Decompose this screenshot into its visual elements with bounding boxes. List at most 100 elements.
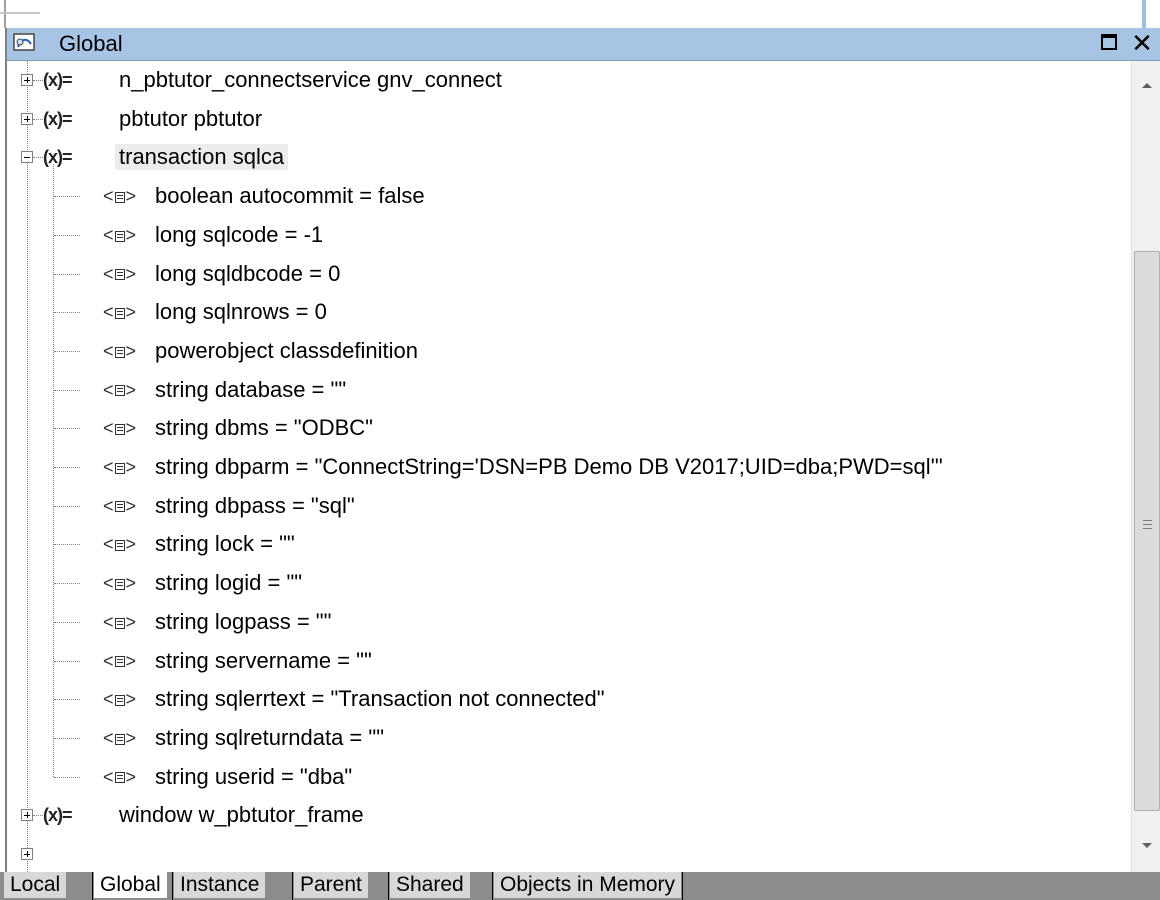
tree-property-node[interactable]: < > string lock = "" xyxy=(7,527,1127,565)
tree-property-label: string servername = "" xyxy=(155,647,372,673)
property-icon: < > xyxy=(103,534,137,555)
variables-tree[interactable]: (x)= n_pbtutor_connectservice gnv_connect… xyxy=(7,61,1131,872)
tree-connector xyxy=(54,467,80,468)
property-icon: < > xyxy=(103,727,137,748)
tree-property-node[interactable]: < > string servername = "" xyxy=(7,644,1127,682)
tree-connector xyxy=(54,583,80,585)
tab-parent[interactable]: Parent xyxy=(294,872,368,898)
tab-shared[interactable]: Shared xyxy=(390,872,470,898)
tab-local[interactable]: Local xyxy=(4,872,67,898)
variable-icon: (x)= xyxy=(43,147,72,168)
property-icon: < > xyxy=(103,650,137,671)
tree-property-node[interactable]: < > long sqlnrows = 0 xyxy=(7,295,1127,333)
tree-property-label: string dbparm = "ConnectString='DSN=PB D… xyxy=(155,454,943,479)
tree-connector xyxy=(54,350,80,352)
tree-property-label: string sqlreturndata = "" xyxy=(155,724,385,750)
tree-property-node[interactable]: < > string dbpass = "sql" xyxy=(7,489,1127,527)
tree-property-node[interactable]: < > long sqlcode = -1 xyxy=(7,218,1127,256)
tab-global[interactable]: Global xyxy=(94,872,167,898)
tree-property-label: string userid = "dba" xyxy=(155,763,353,789)
tree-connector xyxy=(54,699,80,701)
tree-property-label: long sqlnrows = 0 xyxy=(155,299,327,325)
tab-separator xyxy=(92,872,93,900)
tab-separator xyxy=(388,872,389,900)
tree-node[interactable]: (x)= transaction sqlca xyxy=(7,140,1127,178)
tree-property-label: string dbms = "ODBC" xyxy=(155,415,373,441)
tree-property-label: string logid = "" xyxy=(155,570,303,596)
expand-icon[interactable] xyxy=(21,74,33,86)
property-icon: < > xyxy=(103,611,137,632)
scroll-down-arrow-icon[interactable] xyxy=(1142,843,1152,848)
tree-property-node[interactable]: < > string logpass = "" xyxy=(7,605,1127,643)
variable-icon: (x)= xyxy=(43,805,72,826)
panel-title: Global xyxy=(59,31,123,56)
tree-node[interactable]: (x)= n_pbtutor_connectservice gnv_connect xyxy=(7,63,1127,101)
scroll-grip xyxy=(1143,520,1152,521)
scroll-grip xyxy=(1143,524,1152,525)
tree-property-node[interactable]: < > string dbparm = "ConnectString='DSN=PB… xyxy=(7,450,1127,488)
property-icon: < > xyxy=(103,224,137,245)
tree-connector xyxy=(54,621,80,623)
tree-property-node[interactable]: < > string sqlreturndata = "" xyxy=(7,721,1127,759)
tree-node-label: window w_pbtutor_frame xyxy=(119,802,364,828)
tree-property-label: boolean autocommit = false xyxy=(155,183,425,209)
expand-icon xyxy=(21,848,33,860)
property-icon: < > xyxy=(103,573,137,594)
tree-connector xyxy=(54,196,80,198)
property-icon: < > xyxy=(103,186,137,207)
tree-property-label: string lock = "" xyxy=(155,531,295,557)
tab-instance[interactable]: Instance xyxy=(174,872,266,898)
tree-connector xyxy=(54,312,80,314)
scroll-up-arrow-icon[interactable] xyxy=(1142,83,1152,88)
property-icon: < > xyxy=(103,766,137,787)
tree-property-label: long sqldbcode = 0 xyxy=(155,260,341,286)
tree-property-node[interactable]: < > long sqldbcode = 0 xyxy=(7,257,1127,295)
tree-connector xyxy=(33,157,43,159)
panel-titlebar[interactable]: Global ✕ xyxy=(7,28,1160,61)
expand-icon[interactable] xyxy=(21,112,33,125)
tree-connector xyxy=(54,428,80,430)
frame-edge-left xyxy=(4,0,6,28)
tab-separator xyxy=(172,872,173,900)
tree-property-node[interactable]: < > string userid = "dba" xyxy=(7,760,1127,798)
scroll-grip xyxy=(1143,528,1152,529)
property-icon: < > xyxy=(103,689,137,710)
tree-connector xyxy=(54,737,80,739)
tree-node[interactable]: (x)= pbtutor pbtutor xyxy=(7,102,1127,140)
tree-property-node[interactable]: < > boolean autocommit = false xyxy=(7,179,1127,217)
tab-separator xyxy=(292,872,293,900)
tree-node-label: n_pbtutor_connectservice gnv_connect xyxy=(119,67,502,92)
tree-connector xyxy=(54,505,80,507)
tree-node[interactable]: (x)= window w_pbtutor_frame xyxy=(7,798,1127,836)
property-icon: < > xyxy=(103,263,137,284)
tree-property-label: powerobject classdefinition xyxy=(155,337,418,363)
tree-property-label: long sqlcode = -1 xyxy=(155,221,324,247)
variables-tab-bar: Local Global Instance Parent Shared Objects i… xyxy=(0,872,1160,900)
tab-objects-in-memory[interactable]: Objects in Memory xyxy=(494,872,682,898)
tab-separator xyxy=(682,872,683,900)
tree-property-node[interactable]: < > string dbms = "ODBC" xyxy=(7,411,1127,449)
vertical-scrollbar[interactable] xyxy=(1131,61,1160,872)
tree-connector xyxy=(54,389,80,391)
window-top-edge xyxy=(0,0,1160,28)
tree-connector xyxy=(54,544,80,546)
close-icon[interactable]: ✕ xyxy=(1131,30,1153,56)
tree-node-label: pbtutor pbtutor xyxy=(119,105,263,131)
tree-property-node[interactable]: < > string database = "" xyxy=(7,373,1127,411)
maximize-icon[interactable] xyxy=(1099,32,1121,54)
property-icon: < > xyxy=(103,495,137,516)
tree-property-node[interactable]: < > string sqlerrtext = "Transaction not c… xyxy=(7,682,1127,720)
frame-edge-right xyxy=(1142,0,1146,28)
tab-separator xyxy=(492,872,493,900)
collapse-icon[interactable] xyxy=(21,151,33,164)
property-icon: < > xyxy=(103,340,137,361)
tree-node-partial xyxy=(7,837,1127,872)
property-icon: < > xyxy=(103,379,137,400)
scrollbar-thumb[interactable] xyxy=(1134,251,1160,811)
tree-property-node[interactable]: < > powerobject classdefinition xyxy=(7,334,1127,372)
expand-icon[interactable] xyxy=(21,809,33,822)
property-icon: < > xyxy=(103,302,137,323)
tree-property-node[interactable]: < > string logid = "" xyxy=(7,566,1127,604)
tree-connector xyxy=(33,815,43,817)
tree-property-label: string sqlerrtext = "Transaction not con… xyxy=(155,686,605,712)
